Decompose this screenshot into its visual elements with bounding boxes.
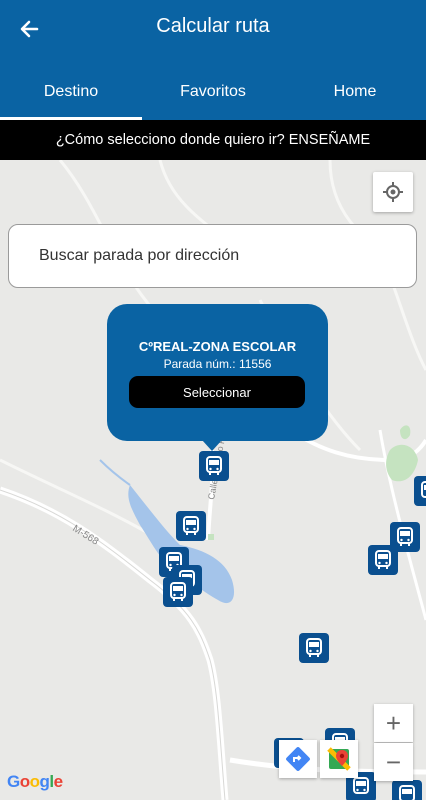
google-logo: Google	[7, 772, 63, 792]
google-logo-letter: g	[39, 772, 50, 791]
bus-icon	[353, 777, 369, 794]
open-maps-button[interactable]	[320, 740, 358, 778]
bus-stop-marker[interactable]	[299, 633, 329, 663]
stop-number: Parada núm.: 11556	[163, 357, 272, 371]
select-stop-button[interactable]: Seleccionar	[129, 376, 305, 408]
bus-icon	[206, 456, 222, 475]
crosshair-icon	[383, 182, 403, 202]
page-title: Calcular ruta	[156, 15, 270, 37]
tab-destino[interactable]: Destino	[0, 64, 142, 120]
bus-stop-marker[interactable]	[368, 545, 398, 575]
bus-stop-marker[interactable]	[414, 476, 426, 506]
bus-stop-marker[interactable]	[199, 451, 229, 481]
bus-icon	[170, 582, 186, 601]
stop-info-popup: CºREAL-ZONA ESCOLAR Parada núm.: 11556 S…	[107, 304, 328, 451]
zoom-in-button[interactable]: +	[374, 704, 413, 742]
google-logo-letter: o	[19, 772, 30, 791]
google-maps-icon	[327, 747, 351, 771]
bus-icon	[399, 785, 415, 800]
my-location-button[interactable]	[373, 172, 413, 212]
bus-stop-marker[interactable]	[392, 780, 422, 800]
stop-name: CºREAL-ZONA ESCOLAR	[138, 339, 297, 354]
help-banner[interactable]: ¿Cómo selecciono donde quiero ir? ENSEÑA…	[0, 120, 426, 160]
tab-bar: Destino Favoritos Home	[0, 64, 426, 120]
bus-icon	[375, 550, 391, 569]
app-bar: Calcular ruta Destino Favoritos Home	[0, 0, 426, 120]
google-logo-letter: o	[29, 772, 40, 791]
directions-button[interactable]	[279, 740, 317, 778]
search-placeholder: Buscar parada por dirección	[39, 247, 240, 264]
bus-stop-marker[interactable]	[163, 577, 193, 607]
address-search-field[interactable]: Buscar parada por dirección	[8, 224, 417, 288]
bus-stop-marker[interactable]	[176, 511, 206, 541]
google-logo-letter: e	[53, 772, 63, 791]
zoom-out-button[interactable]: −	[374, 743, 413, 781]
bus-icon	[306, 638, 322, 657]
bus-icon	[183, 516, 199, 535]
google-logo-letter: G	[7, 772, 20, 791]
road-label-m568: M-568	[70, 523, 100, 548]
directions-icon	[286, 747, 310, 771]
bus-icon	[421, 481, 426, 498]
tab-favoritos[interactable]: Favoritos	[142, 64, 284, 120]
tab-home[interactable]: Home	[284, 64, 426, 120]
